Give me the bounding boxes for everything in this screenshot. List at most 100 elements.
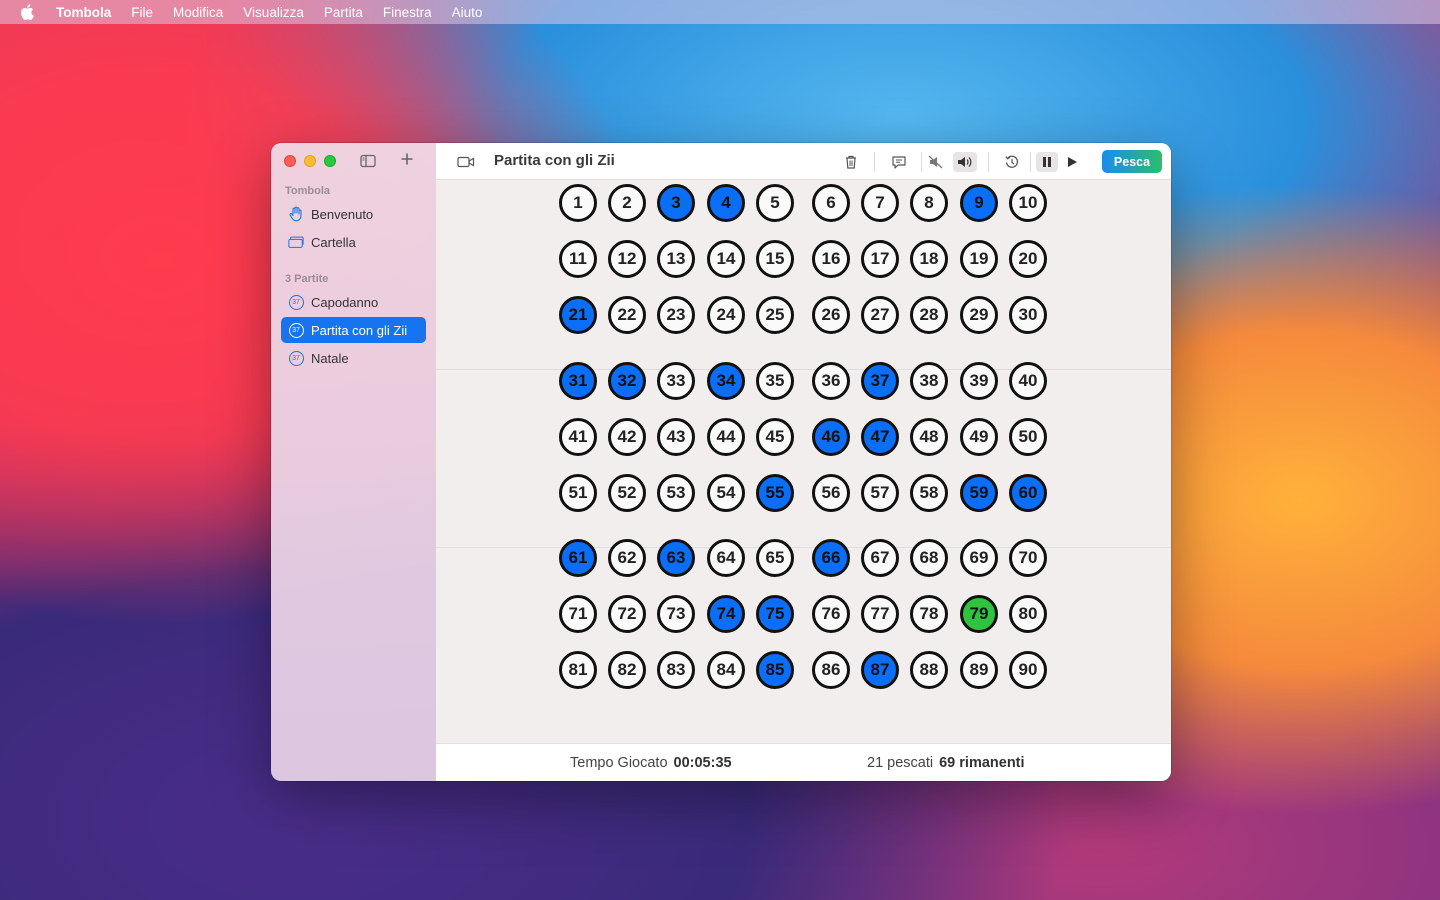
- number-ball-23[interactable]: 23: [657, 296, 695, 334]
- number-ball-47[interactable]: 47: [861, 418, 899, 456]
- number-ball-25[interactable]: 25: [756, 296, 794, 334]
- number-ball-72[interactable]: 72: [608, 595, 646, 633]
- number-ball-77[interactable]: 77: [861, 595, 899, 633]
- number-ball-80[interactable]: 80: [1009, 595, 1047, 633]
- number-ball-27[interactable]: 27: [861, 296, 899, 334]
- minimize-button[interactable]: [304, 155, 316, 167]
- number-ball-32[interactable]: 32: [608, 362, 646, 400]
- menu-finestra[interactable]: Finestra: [383, 5, 432, 20]
- sidebar-item-partita-con-gli-zii[interactable]: 37 Partita con gli Zii: [281, 317, 426, 343]
- number-ball-48[interactable]: 48: [910, 418, 948, 456]
- number-ball-30[interactable]: 30: [1009, 296, 1047, 334]
- number-ball-13[interactable]: 13: [657, 240, 695, 278]
- sidebar-item-benvenuto[interactable]: Benvenuto: [281, 201, 426, 227]
- number-ball-56[interactable]: 56: [812, 474, 850, 512]
- number-ball-14[interactable]: 14: [707, 240, 745, 278]
- number-ball-66[interactable]: 66: [812, 539, 850, 577]
- number-ball-44[interactable]: 44: [707, 418, 745, 456]
- play-icon[interactable]: [1062, 152, 1082, 172]
- number-ball-73[interactable]: 73: [657, 595, 695, 633]
- number-ball-19[interactable]: 19: [960, 240, 998, 278]
- number-ball-26[interactable]: 26: [812, 296, 850, 334]
- speech-bubble-icon[interactable]: [889, 152, 909, 172]
- number-ball-58[interactable]: 58: [910, 474, 948, 512]
- menu-file[interactable]: File: [131, 5, 153, 20]
- number-ball-42[interactable]: 42: [608, 418, 646, 456]
- number-ball-43[interactable]: 43: [657, 418, 695, 456]
- number-ball-50[interactable]: 50: [1009, 418, 1047, 456]
- number-ball-24[interactable]: 24: [707, 296, 745, 334]
- number-ball-12[interactable]: 12: [608, 240, 646, 278]
- number-ball-63[interactable]: 63: [657, 539, 695, 577]
- number-ball-86[interactable]: 86: [812, 651, 850, 689]
- number-ball-8[interactable]: 8: [910, 184, 948, 222]
- number-ball-52[interactable]: 52: [608, 474, 646, 512]
- number-ball-71[interactable]: 71: [559, 595, 597, 633]
- number-ball-6[interactable]: 6: [812, 184, 850, 222]
- number-ball-75[interactable]: 75: [756, 595, 794, 633]
- speaker-on-icon[interactable]: [953, 152, 977, 172]
- number-ball-68[interactable]: 68: [910, 539, 948, 577]
- number-ball-9[interactable]: 9: [960, 184, 998, 222]
- number-ball-21[interactable]: 21: [559, 296, 597, 334]
- number-ball-65[interactable]: 65: [756, 539, 794, 577]
- number-ball-37[interactable]: 37: [861, 362, 899, 400]
- number-ball-45[interactable]: 45: [756, 418, 794, 456]
- number-ball-46[interactable]: 46: [812, 418, 850, 456]
- number-ball-4[interactable]: 4: [707, 184, 745, 222]
- zoom-button[interactable]: [324, 155, 336, 167]
- apple-icon[interactable]: [20, 4, 36, 20]
- number-ball-41[interactable]: 41: [559, 418, 597, 456]
- number-ball-7[interactable]: 7: [861, 184, 899, 222]
- number-ball-76[interactable]: 76: [812, 595, 850, 633]
- number-ball-18[interactable]: 18: [910, 240, 948, 278]
- number-ball-20[interactable]: 20: [1009, 240, 1047, 278]
- number-ball-82[interactable]: 82: [608, 651, 646, 689]
- number-ball-81[interactable]: 81: [559, 651, 597, 689]
- number-ball-61[interactable]: 61: [559, 539, 597, 577]
- menu-partita[interactable]: Partita: [324, 5, 363, 20]
- menu-aiuto[interactable]: Aiuto: [452, 5, 483, 20]
- number-ball-85[interactable]: 85: [756, 651, 794, 689]
- number-ball-11[interactable]: 11: [559, 240, 597, 278]
- number-ball-88[interactable]: 88: [910, 651, 948, 689]
- number-ball-74[interactable]: 74: [707, 595, 745, 633]
- menu-modifica[interactable]: Modifica: [173, 5, 223, 20]
- video-camera-icon[interactable]: [456, 152, 476, 172]
- number-ball-40[interactable]: 40: [1009, 362, 1047, 400]
- number-ball-29[interactable]: 29: [960, 296, 998, 334]
- number-ball-49[interactable]: 49: [960, 418, 998, 456]
- menu-visualizza[interactable]: Visualizza: [243, 5, 304, 20]
- number-ball-16[interactable]: 16: [812, 240, 850, 278]
- number-ball-78[interactable]: 78: [910, 595, 948, 633]
- number-ball-55[interactable]: 55: [756, 474, 794, 512]
- close-button[interactable]: [284, 155, 296, 167]
- pesca-button[interactable]: Pesca: [1102, 150, 1162, 173]
- number-ball-1[interactable]: 1: [559, 184, 597, 222]
- number-ball-83[interactable]: 83: [657, 651, 695, 689]
- timer-reset-icon[interactable]: [1002, 152, 1022, 172]
- sidebar-item-natale[interactable]: 37 Natale: [281, 345, 426, 371]
- number-ball-31[interactable]: 31: [559, 362, 597, 400]
- speaker-muted-icon[interactable]: [926, 152, 946, 172]
- number-ball-15[interactable]: 15: [756, 240, 794, 278]
- number-ball-53[interactable]: 53: [657, 474, 695, 512]
- number-ball-17[interactable]: 17: [861, 240, 899, 278]
- number-ball-34[interactable]: 34: [707, 362, 745, 400]
- number-ball-5[interactable]: 5: [756, 184, 794, 222]
- number-ball-36[interactable]: 36: [812, 362, 850, 400]
- number-ball-22[interactable]: 22: [608, 296, 646, 334]
- add-game-button[interactable]: [400, 150, 414, 170]
- number-ball-38[interactable]: 38: [910, 362, 948, 400]
- trash-icon[interactable]: [841, 152, 861, 172]
- number-ball-39[interactable]: 39: [960, 362, 998, 400]
- number-ball-51[interactable]: 51: [559, 474, 597, 512]
- number-ball-70[interactable]: 70: [1009, 539, 1047, 577]
- number-ball-90[interactable]: 90: [1009, 651, 1047, 689]
- number-ball-10[interactable]: 10: [1009, 184, 1047, 222]
- number-ball-62[interactable]: 62: [608, 539, 646, 577]
- number-ball-84[interactable]: 84: [707, 651, 745, 689]
- sidebar-item-cartella[interactable]: Cartella: [281, 229, 426, 255]
- number-ball-87[interactable]: 87: [861, 651, 899, 689]
- sidebar-item-capodanno[interactable]: 37 Capodanno: [281, 289, 426, 315]
